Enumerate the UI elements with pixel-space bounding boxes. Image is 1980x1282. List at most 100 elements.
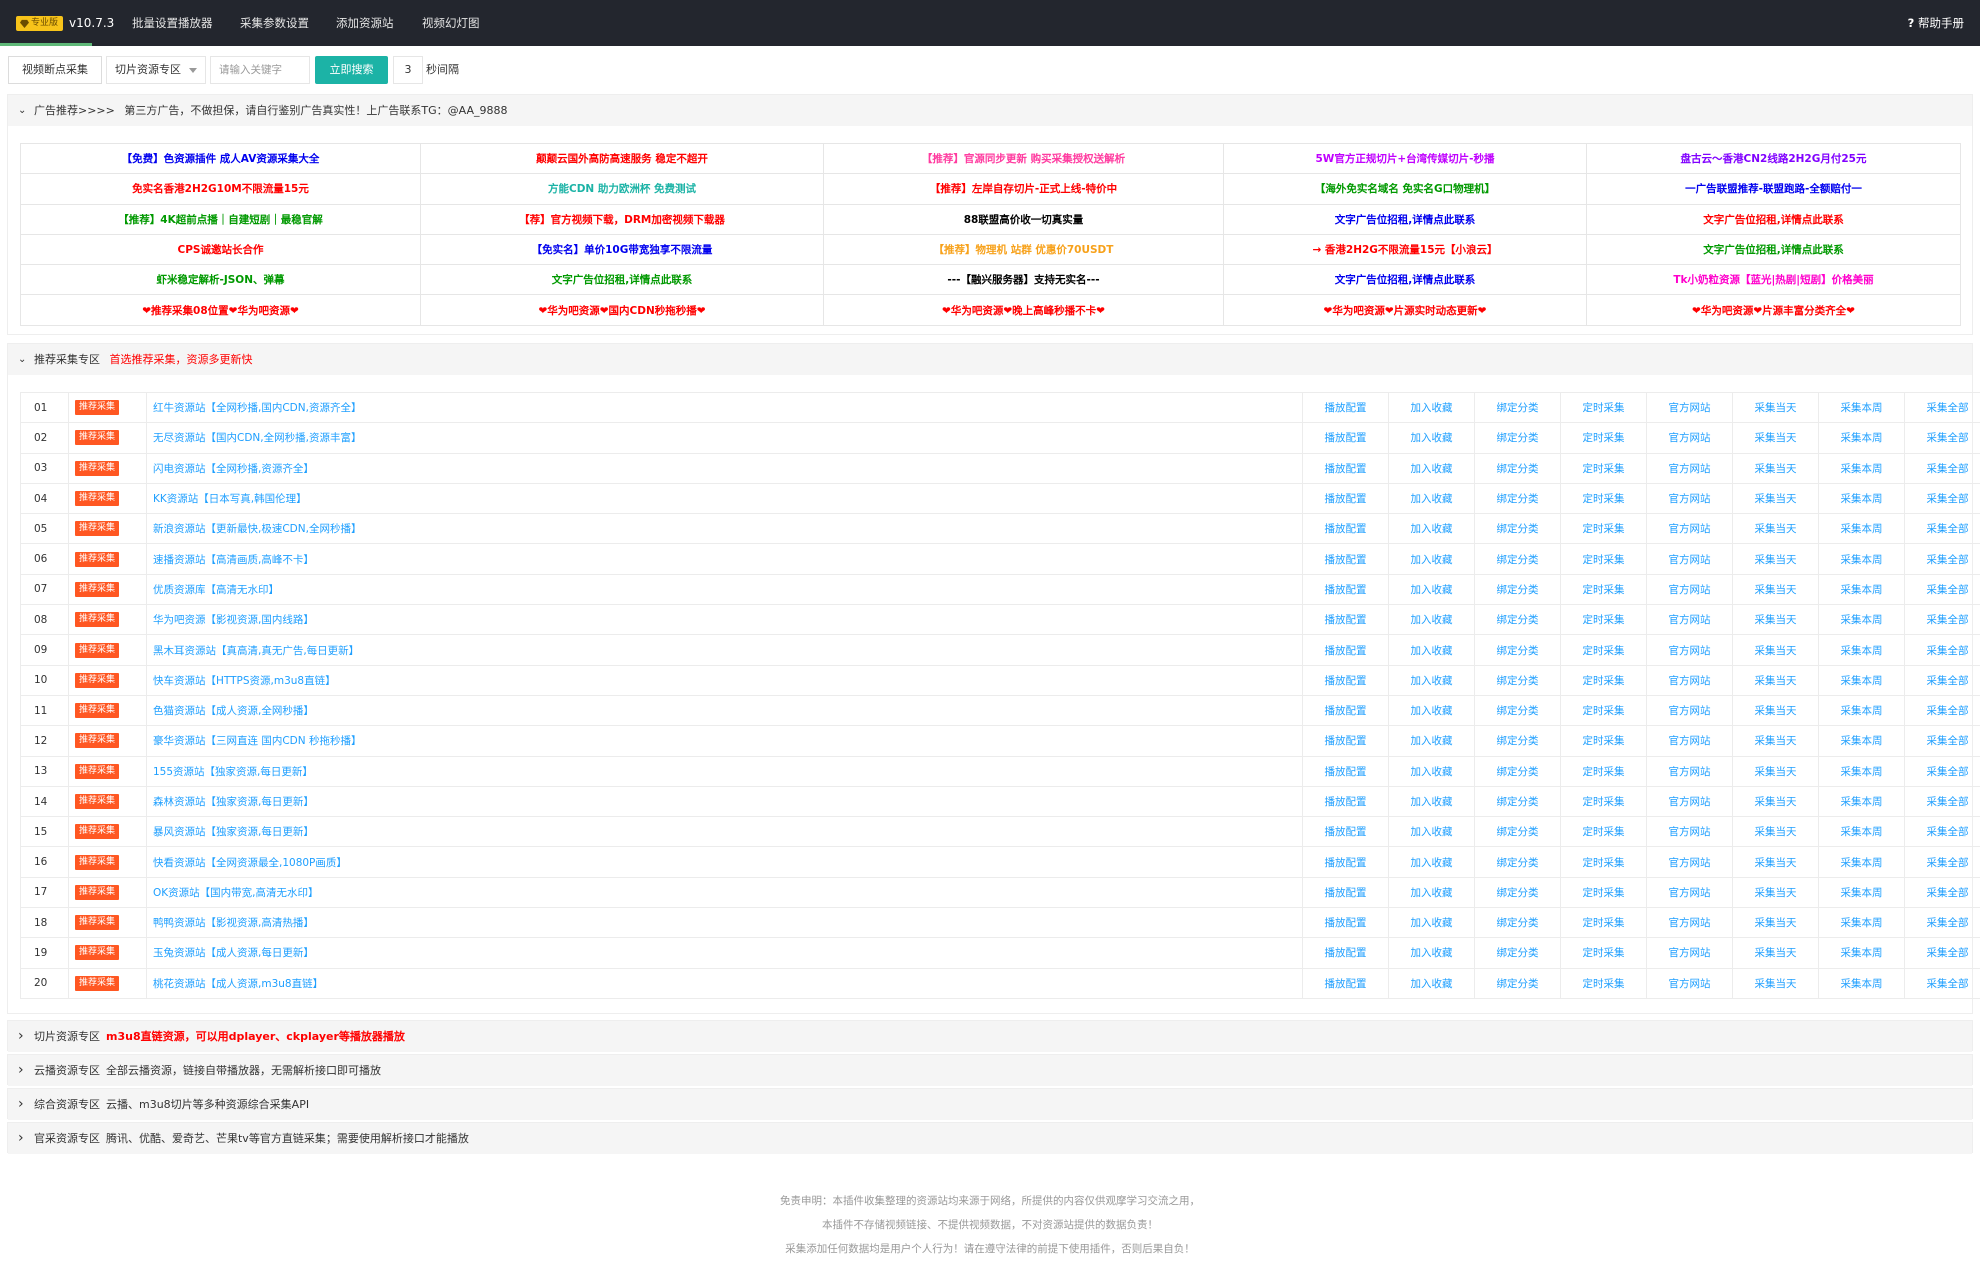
ad-link[interactable]: ❤华为吧资源❤晚上高峰秒播不卡❤ <box>823 294 1224 326</box>
official-site-link[interactable]: 官方网站 <box>1646 452 1733 484</box>
scheduled-collect-link[interactable]: 定时采集 <box>1560 846 1647 878</box>
collect-all-link[interactable]: 采集全部 <box>1904 876 1980 909</box>
collect-today-link[interactable]: 采集当天 <box>1732 452 1819 484</box>
collect-today-link[interactable]: 采集当天 <box>1732 785 1819 818</box>
collect-all-link[interactable]: 采集全部 <box>1904 543 1980 575</box>
add-favorite-link[interactable]: 加入收藏 <box>1388 937 1475 969</box>
official-panel-header[interactable]: › 官采资源专区 腾讯、优酷、爱奇艺、芒果tv等官方直链采集；需要使用解析接口才能播… <box>8 1123 1972 1154</box>
collect-all-link[interactable]: 采集全部 <box>1904 785 1980 818</box>
scheduled-collect-link[interactable]: 定时采集 <box>1560 725 1647 757</box>
official-site-link[interactable]: 官方网站 <box>1646 482 1733 515</box>
add-favorite-link[interactable]: 加入收藏 <box>1388 422 1475 454</box>
nav-slideshow[interactable]: 视频幻灯图 <box>422 0 480 46</box>
bind-category-link[interactable]: 绑定分类 <box>1474 573 1561 606</box>
player-config-link[interactable]: 播放配置 <box>1302 604 1389 636</box>
player-config-link[interactable]: 播放配置 <box>1302 937 1389 969</box>
bind-category-link[interactable]: 绑定分类 <box>1474 937 1561 969</box>
add-favorite-link[interactable]: 加入收藏 <box>1388 482 1475 515</box>
official-site-link[interactable]: 官方网站 <box>1646 907 1733 939</box>
player-config-link[interactable]: 播放配置 <box>1302 513 1389 545</box>
collect-week-link[interactable]: 采集本周 <box>1818 846 1905 878</box>
official-site-link[interactable]: 官方网站 <box>1646 573 1733 606</box>
official-site-link[interactable]: 官方网站 <box>1646 422 1733 454</box>
collect-today-link[interactable]: 采集当天 <box>1732 513 1819 545</box>
add-favorite-link[interactable]: 加入收藏 <box>1388 694 1475 727</box>
player-config-link[interactable]: 播放配置 <box>1302 391 1389 424</box>
ad-panel-header[interactable]: ⌄ 广告推荐>>>> 第三方广告，不做担保，请自行鉴别广告真实性！上广告联系TG… <box>8 95 1972 126</box>
collect-today-link[interactable]: 采集当天 <box>1732 391 1819 424</box>
ad-link[interactable]: CPS诚邀站长合作 <box>20 233 421 266</box>
ad-link[interactable]: 【推荐】官源同步更新 购买采集授权送解析 <box>823 142 1224 175</box>
source-name-link[interactable]: 优质资源库【高清无水印】 <box>146 573 1303 606</box>
keyword-input[interactable] <box>210 56 310 84</box>
source-name-link[interactable]: KK资源站【日本写真,韩国伦理】 <box>146 482 1303 515</box>
source-name-link[interactable]: OK资源站【国内带宽,高清无水印】 <box>146 876 1303 909</box>
add-favorite-link[interactable]: 加入收藏 <box>1388 452 1475 484</box>
source-name-link[interactable]: 闪电资源站【全网秒播,资源齐全】 <box>146 452 1303 484</box>
ad-link[interactable]: → 香港2H2G不限流量15元【小浪云】 <box>1223 233 1587 266</box>
ad-link[interactable]: ❤华为吧资源❤片源实时动态更新❤ <box>1223 294 1587 326</box>
scheduled-collect-link[interactable]: 定时采集 <box>1560 785 1647 818</box>
category-select[interactable]: 切片资源专区 <box>106 56 206 84</box>
scheduled-collect-link[interactable]: 定时采集 <box>1560 664 1647 696</box>
source-name-link[interactable]: 豪华资源站【三网直连 国内CDN 秒拖秒播】 <box>146 725 1303 757</box>
player-config-link[interactable]: 播放配置 <box>1302 785 1389 818</box>
collect-today-link[interactable]: 采集当天 <box>1732 937 1819 969</box>
collect-all-link[interactable]: 采集全部 <box>1904 816 1980 848</box>
player-config-link[interactable]: 播放配置 <box>1302 876 1389 909</box>
ad-link[interactable]: 【免实名】单价10G带宽独享不限流量 <box>420 233 824 266</box>
bind-category-link[interactable]: 绑定分类 <box>1474 391 1561 424</box>
ad-link[interactable]: 免实名香港2H2G10M不限流量15元 <box>20 173 421 205</box>
collect-week-link[interactable]: 采集本周 <box>1818 967 1905 999</box>
bind-category-link[interactable]: 绑定分类 <box>1474 967 1561 999</box>
collect-all-link[interactable]: 采集全部 <box>1904 422 1980 454</box>
ad-link[interactable]: ❤推荐采集08位置❤华为吧资源❤ <box>20 294 421 326</box>
bind-category-link[interactable]: 绑定分类 <box>1474 604 1561 636</box>
search-button[interactable]: 立即搜索 <box>315 56 388 84</box>
bind-category-link[interactable]: 绑定分类 <box>1474 846 1561 878</box>
official-site-link[interactable]: 官方网站 <box>1646 937 1733 969</box>
collect-week-link[interactable]: 采集本周 <box>1818 604 1905 636</box>
nav-add-source[interactable]: 添加资源站 <box>336 0 394 46</box>
collect-all-link[interactable]: 采集全部 <box>1904 694 1980 727</box>
player-config-link[interactable]: 播放配置 <box>1302 573 1389 606</box>
source-name-link[interactable]: 暴风资源站【独家资源,每日更新】 <box>146 816 1303 848</box>
add-favorite-link[interactable]: 加入收藏 <box>1388 391 1475 424</box>
add-favorite-link[interactable]: 加入收藏 <box>1388 755 1475 787</box>
collect-week-link[interactable]: 采集本周 <box>1818 482 1905 515</box>
scheduled-collect-link[interactable]: 定时采集 <box>1560 876 1647 909</box>
scheduled-collect-link[interactable]: 定时采集 <box>1560 694 1647 727</box>
bind-category-link[interactable]: 绑定分类 <box>1474 785 1561 818</box>
collect-all-link[interactable]: 采集全部 <box>1904 967 1980 999</box>
nav-batch-player[interactable]: 批量设置播放器 <box>132 0 213 46</box>
add-favorite-link[interactable]: 加入收藏 <box>1388 664 1475 696</box>
collect-week-link[interactable]: 采集本周 <box>1818 422 1905 454</box>
ad-link[interactable]: 88联盟高价收一切真实量 <box>823 203 1224 235</box>
collect-all-link[interactable]: 采集全部 <box>1904 907 1980 939</box>
collect-all-link[interactable]: 采集全部 <box>1904 634 1980 666</box>
player-config-link[interactable]: 播放配置 <box>1302 664 1389 696</box>
add-favorite-link[interactable]: 加入收藏 <box>1388 846 1475 878</box>
scheduled-collect-link[interactable]: 定时采集 <box>1560 482 1647 515</box>
source-name-link[interactable]: 新浪资源站【更新最快,极速CDN,全网秒播】 <box>146 513 1303 545</box>
player-config-link[interactable]: 播放配置 <box>1302 482 1389 515</box>
scheduled-collect-link[interactable]: 定时采集 <box>1560 755 1647 787</box>
source-name-link[interactable]: 森林资源站【独家资源,每日更新】 <box>146 785 1303 818</box>
source-name-link[interactable]: 黑木耳资源站【真高清,真无广告,每日更新】 <box>146 634 1303 666</box>
official-site-link[interactable]: 官方网站 <box>1646 755 1733 787</box>
collect-today-link[interactable]: 采集当天 <box>1732 694 1819 727</box>
collect-today-link[interactable]: 采集当天 <box>1732 482 1819 515</box>
ad-link[interactable]: ❤华为吧资源❤片源丰富分类齐全❤ <box>1586 294 1961 326</box>
collect-all-link[interactable]: 采集全部 <box>1904 482 1980 515</box>
ad-link[interactable]: Tk小奶粒资源【蓝光|热剧|短剧】价格美丽 <box>1586 264 1961 296</box>
player-config-link[interactable]: 播放配置 <box>1302 846 1389 878</box>
bind-category-link[interactable]: 绑定分类 <box>1474 725 1561 757</box>
player-config-link[interactable]: 播放配置 <box>1302 816 1389 848</box>
official-site-link[interactable]: 官方网站 <box>1646 694 1733 727</box>
official-site-link[interactable]: 官方网站 <box>1646 634 1733 666</box>
bind-category-link[interactable]: 绑定分类 <box>1474 907 1561 939</box>
scheduled-collect-link[interactable]: 定时采集 <box>1560 391 1647 424</box>
scheduled-collect-link[interactable]: 定时采集 <box>1560 422 1647 454</box>
player-config-link[interactable]: 播放配置 <box>1302 694 1389 727</box>
source-name-link[interactable]: 无尽资源站【国内CDN,全网秒播,资源丰富】 <box>146 422 1303 454</box>
